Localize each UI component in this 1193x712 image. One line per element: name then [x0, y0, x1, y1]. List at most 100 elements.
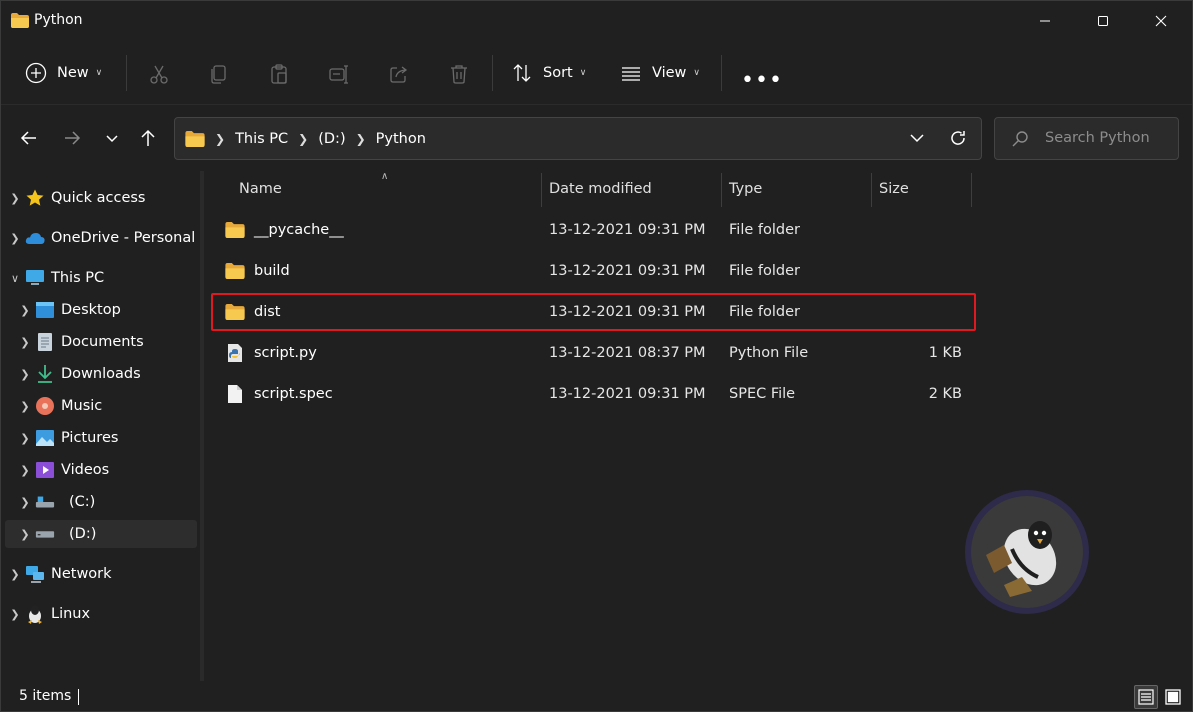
chevron-down-icon — [910, 134, 924, 143]
chevron-right-icon[interactable]: ❯ — [5, 192, 25, 205]
back-button[interactable] — [13, 121, 45, 155]
sidebar-item-label: (C:) — [69, 494, 96, 510]
sidebar-item-downloads[interactable]: ❯ Downloads — [15, 360, 207, 388]
sidebar-item-videos[interactable]: ❯ Videos — [15, 456, 207, 484]
chevron-right-icon[interactable]: ❯ — [15, 432, 35, 445]
sidebar-item-network[interactable]: ❯ Network — [5, 560, 197, 588]
column-divider[interactable] — [871, 173, 872, 207]
file-name-cell: script.py — [225, 336, 317, 370]
sidebar-scrollbar[interactable] — [200, 171, 204, 681]
chevron-down-icon — [106, 135, 118, 143]
navigation-pane: ❯ Quick access ❯ OneDrive - Personal ∨ T… — [1, 171, 201, 681]
chevron-right-icon[interactable]: ❯ — [15, 528, 35, 541]
details-view-button[interactable] — [1134, 685, 1158, 709]
divider — [492, 55, 493, 91]
sidebar-item-drive-d[interactable]: ❯ (D:) — [5, 520, 197, 548]
chevron-right-icon[interactable]: ❯ — [15, 368, 35, 381]
chevron-down-icon[interactable]: ∨ — [5, 272, 25, 285]
close-button[interactable] — [1132, 1, 1190, 41]
sort-icon — [513, 64, 531, 82]
file-row[interactable]: script.spec 13-12-2021 09:31 PM SPEC Fil… — [211, 377, 976, 411]
column-divider[interactable] — [721, 173, 722, 207]
up-button[interactable] — [132, 121, 164, 155]
sidebar-item-label: Desktop — [61, 302, 121, 318]
breadcrumb-this-pc[interactable]: This PC — [235, 131, 288, 147]
cut-button[interactable] — [146, 61, 172, 87]
pictures-icon — [35, 428, 55, 448]
sort-button[interactable]: Sort ∨ — [511, 53, 586, 93]
recent-locations-button[interactable] — [96, 121, 128, 155]
large-icons-view-button[interactable] — [1161, 685, 1185, 709]
status-bar: 5 items — [1, 681, 1192, 711]
videos-icon — [35, 460, 55, 480]
rename-button[interactable] — [326, 61, 352, 87]
sidebar-item-onedrive[interactable]: ❯ OneDrive - Personal — [5, 224, 197, 252]
address-bar[interactable]: ❯ This PC ❯ (D:) ❯ Python — [174, 117, 982, 160]
maximize-button[interactable] — [1074, 1, 1132, 41]
share-button[interactable] — [386, 61, 412, 87]
sidebar-item-quick-access[interactable]: ❯ Quick access — [5, 184, 197, 212]
refresh-button[interactable] — [948, 128, 968, 152]
sidebar-item-music[interactable]: ❯ Music — [15, 392, 207, 420]
chevron-right-icon[interactable]: ❯ — [15, 336, 35, 349]
paste-button[interactable] — [266, 61, 292, 87]
minimize-icon — [1040, 20, 1050, 22]
sidebar-item-label: (D:) — [69, 526, 97, 542]
file-name-cell: script.spec — [225, 377, 333, 411]
file-type: File folder — [729, 263, 800, 279]
more-options-button[interactable]: ••• — [741, 61, 783, 101]
sidebar-item-pictures[interactable]: ❯ Pictures — [15, 424, 207, 452]
download-icon — [35, 364, 55, 384]
monitor-icon — [25, 268, 45, 288]
chevron-right-icon[interactable]: ❯ — [5, 568, 25, 581]
file-size: 1 KB — [928, 345, 962, 361]
sidebar-item-label: OneDrive - Personal — [51, 230, 196, 246]
column-header-name[interactable]: Name — [239, 171, 282, 207]
address-history-button[interactable] — [908, 128, 926, 152]
file-row[interactable]: dist 13-12-2021 09:31 PM File folder — [211, 295, 976, 329]
chevron-right-icon[interactable]: ❯ — [15, 496, 35, 509]
sidebar-item-linux[interactable]: ❯ Linux — [5, 600, 197, 628]
file-row[interactable]: script.py 13-12-2021 08:37 PM Python Fil… — [211, 336, 976, 370]
column-header-size[interactable]: Size — [879, 171, 909, 207]
column-divider[interactable] — [971, 173, 972, 207]
sidebar-item-desktop[interactable]: ❯ Desktop — [15, 296, 207, 324]
command-bar: New ∨ Sort ∨ View ∨ ••• — [1, 41, 1192, 105]
sidebar-item-this-pc[interactable]: ∨ This PC — [5, 264, 197, 292]
view-label: View — [652, 65, 687, 81]
column-header-type[interactable]: Type — [729, 171, 762, 207]
file-size: 2 KB — [928, 386, 962, 402]
breadcrumb-drive-d[interactable]: (D:) — [318, 131, 345, 147]
chevron-right-icon[interactable]: ❯ — [5, 232, 25, 245]
sort-label: Sort — [543, 65, 573, 81]
file-row[interactable]: __pycache__ 13-12-2021 09:31 PM File fol… — [211, 213, 976, 247]
view-button[interactable]: View ∨ — [620, 53, 700, 93]
view-icon — [622, 67, 640, 81]
delete-button[interactable] — [446, 61, 472, 87]
item-count: 5 items — [19, 688, 72, 704]
chevron-right-icon[interactable]: ❯ — [15, 464, 35, 477]
sidebar-item-label: This PC — [51, 270, 105, 286]
column-divider[interactable] — [541, 173, 542, 207]
sidebar-item-label: Quick access — [51, 190, 146, 206]
minimize-button[interactable] — [1016, 1, 1074, 41]
copy-button[interactable] — [205, 61, 231, 87]
file-row[interactable]: build 13-12-2021 09:31 PM File folder — [211, 254, 976, 288]
breadcrumb-python[interactable]: Python — [376, 131, 426, 147]
sidebar-item-drive-c[interactable]: ❯ (C:) — [15, 488, 207, 516]
forward-button[interactable] — [56, 121, 88, 155]
new-button[interactable]: New ∨ — [25, 53, 102, 93]
sidebar-item-label: Pictures — [61, 430, 119, 446]
refresh-icon — [951, 131, 965, 145]
chevron-right-icon[interactable]: ❯ — [15, 304, 35, 317]
chevron-right-icon[interactable]: ❯ — [5, 608, 25, 621]
search-input[interactable]: Search Python — [1045, 130, 1150, 146]
sidebar-item-label: Music — [61, 398, 103, 414]
search-box[interactable]: Search Python — [994, 117, 1179, 160]
file-type: File folder — [729, 304, 800, 320]
chevron-right-icon[interactable]: ❯ — [15, 400, 35, 413]
column-header-date-modified[interactable]: Date modified — [549, 171, 652, 207]
document-icon — [35, 332, 55, 352]
paste-icon — [271, 64, 287, 84]
sidebar-item-documents[interactable]: ❯ Documents — [15, 328, 207, 356]
